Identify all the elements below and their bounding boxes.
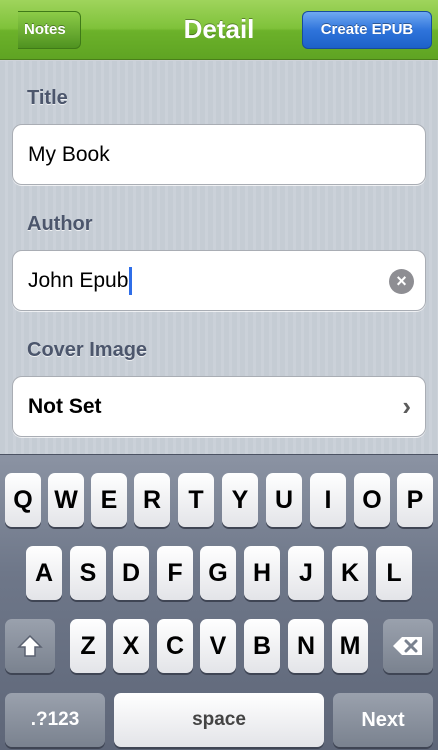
key-n[interactable]: N	[288, 619, 324, 673]
author-field-value: John Epub	[28, 269, 129, 292]
key-h[interactable]: H	[244, 546, 280, 600]
key-e[interactable]: E	[91, 473, 127, 527]
key-c[interactable]: C	[157, 619, 193, 673]
delete-key[interactable]	[383, 619, 433, 673]
key-u[interactable]: U	[266, 473, 302, 527]
key-k[interactable]: K	[332, 546, 368, 600]
key-x[interactable]: X	[113, 619, 149, 673]
shift-arrow-icon	[17, 634, 43, 657]
author-label: Author	[27, 213, 93, 235]
chevron-right-icon: ›	[402, 391, 411, 421]
title-field[interactable]: My Book	[12, 124, 426, 185]
key-i[interactable]: I	[310, 473, 346, 527]
key-g[interactable]: G	[200, 546, 236, 600]
key-m[interactable]: M	[332, 619, 368, 673]
key-q[interactable]: Q	[5, 473, 41, 527]
keyboard: Q W E R T Y U I O P A S D F G H J K L Z …	[0, 454, 438, 750]
key-f[interactable]: F	[157, 546, 193, 600]
next-key[interactable]: Next	[333, 693, 433, 747]
key-a[interactable]: A	[26, 546, 62, 600]
text-cursor	[129, 267, 133, 296]
cover-image-value: Not Set	[28, 395, 102, 418]
key-l[interactable]: L	[376, 546, 412, 600]
key-s[interactable]: S	[70, 546, 106, 600]
navigation-bar: Notes Detail Create EPUB	[0, 0, 438, 60]
space-key[interactable]: space	[114, 693, 324, 747]
author-field[interactable]: John Epub ×	[12, 250, 426, 311]
key-z[interactable]: Z	[70, 619, 106, 673]
key-v[interactable]: V	[200, 619, 236, 673]
clear-x-icon[interactable]: ×	[389, 269, 414, 294]
create-epub-button[interactable]: Create EPUB	[302, 11, 432, 49]
key-t[interactable]: T	[178, 473, 214, 527]
backspace-icon	[393, 636, 422, 655]
key-p[interactable]: P	[397, 473, 433, 527]
detail-form: Title My Book Author John Epub × Cover I…	[0, 61, 438, 454]
key-j[interactable]: J	[288, 546, 324, 600]
key-o[interactable]: O	[354, 473, 390, 527]
numbers-key[interactable]: .?123	[5, 693, 105, 747]
key-d[interactable]: D	[113, 546, 149, 600]
key-r[interactable]: R	[134, 473, 170, 527]
title-label: Title	[27, 87, 68, 109]
key-y[interactable]: Y	[222, 473, 258, 527]
shift-key[interactable]	[5, 619, 55, 673]
cover-image-label: Cover Image	[27, 339, 148, 361]
key-w[interactable]: W	[48, 473, 84, 527]
key-b[interactable]: B	[244, 619, 280, 673]
cover-image-row[interactable]: Not Set ›	[12, 376, 426, 437]
